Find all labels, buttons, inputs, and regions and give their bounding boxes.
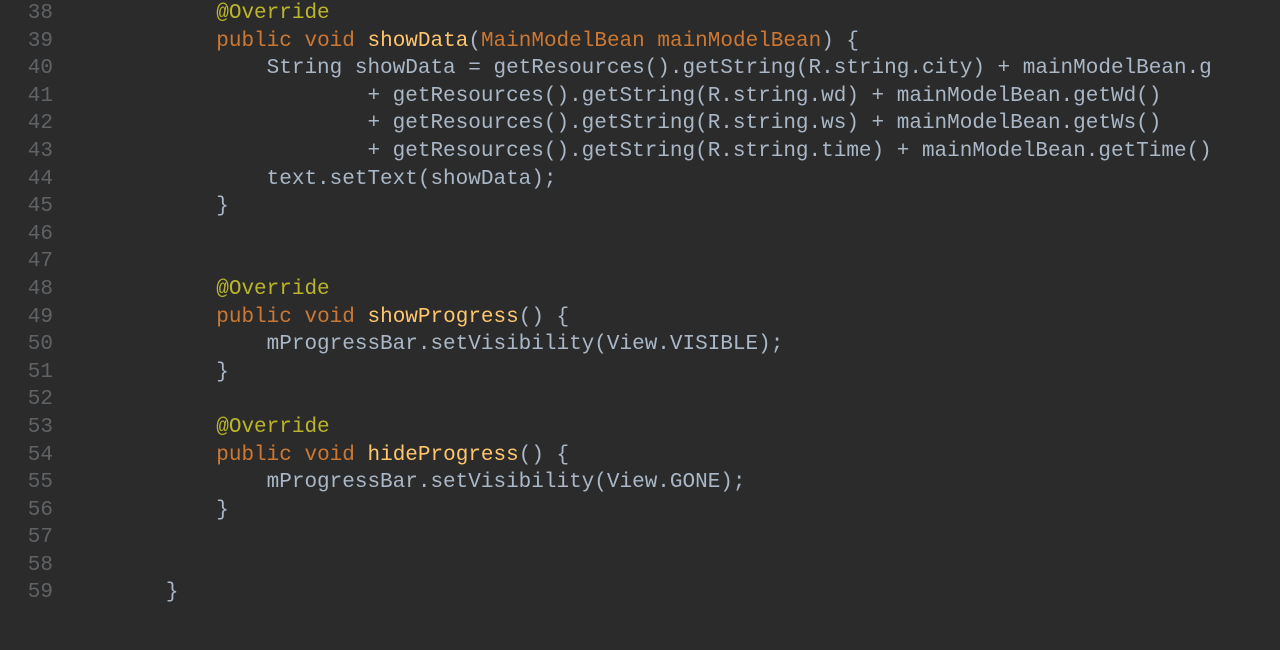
line-number: 44 [0,166,53,194]
code-line[interactable]: mProgressBar.setVisibility(View.VISIBLE)… [65,331,1280,359]
token-plain: } [65,361,229,384]
token-plain: { [834,30,859,53]
line-number: 41 [0,83,53,111]
code-line[interactable]: public void showData(MainModelBean mainM… [65,28,1280,56]
token-paren: () [519,306,544,329]
line-number: 56 [0,497,53,525]
token-plain [65,416,216,439]
line-number: 55 [0,469,53,497]
code-line[interactable]: mProgressBar.setVisibility(View.GONE); [65,469,1280,497]
token-kw: public [216,306,292,329]
line-number: 45 [0,193,53,221]
token-plain: } [65,499,229,522]
token-plain [65,306,216,329]
token-ann: @Override [216,278,329,301]
code-line[interactable]: } [65,579,1280,607]
code-line[interactable]: public void showProgress() { [65,304,1280,332]
line-number: 53 [0,414,53,442]
token-kw: void [304,444,354,467]
code-line[interactable] [65,386,1280,414]
code-line[interactable] [65,248,1280,276]
token-kw: public [216,444,292,467]
token-plain: } [65,195,229,218]
line-number: 54 [0,442,53,470]
token-plain [65,30,216,53]
token-plain [355,306,368,329]
token-kw: void [304,306,354,329]
code-line[interactable]: } [65,359,1280,387]
code-line[interactable]: } [65,193,1280,221]
line-number: 43 [0,138,53,166]
code-line[interactable]: } [65,497,1280,525]
line-number: 59 [0,579,53,607]
code-line[interactable]: @Override [65,0,1280,28]
token-plain [65,278,216,301]
line-number: 50 [0,331,53,359]
token-plain: + getResources().getString(R.string.ws) … [65,112,1161,135]
line-number: 46 [0,221,53,249]
token-paren: ) [821,30,834,53]
token-plain: + getResources().getString(R.string.time… [65,140,1212,163]
token-plain [65,444,216,467]
line-number: 38 [0,0,53,28]
code-line[interactable]: + getResources().getString(R.string.time… [65,138,1280,166]
code-line[interactable]: text.setText(showData); [65,166,1280,194]
token-plain: + getResources().getString(R.string.wd) … [65,85,1161,108]
token-paren: () [519,444,544,467]
code-line[interactable]: + getResources().getString(R.string.wd) … [65,83,1280,111]
line-number-gutter: 3839404142434445464748495051525354555657… [0,0,65,650]
token-ann: @Override [216,2,329,25]
code-editor[interactable]: 3839404142434445464748495051525354555657… [0,0,1280,650]
code-line[interactable] [65,221,1280,249]
line-number: 57 [0,524,53,552]
code-line[interactable] [65,524,1280,552]
token-ann: @Override [216,416,329,439]
token-plain [645,30,658,53]
token-plain [355,30,368,53]
token-kw: MainModelBean [481,30,645,53]
code-line[interactable]: @Override [65,276,1280,304]
token-plain [65,2,216,25]
line-number: 40 [0,55,53,83]
line-number: 49 [0,304,53,332]
token-paren: ( [468,30,481,53]
token-plain: } [65,581,178,604]
code-line[interactable]: + getResources().getString(R.string.ws) … [65,110,1280,138]
token-kw: void [304,30,354,53]
line-number: 48 [0,276,53,304]
code-line[interactable]: @Override [65,414,1280,442]
code-line[interactable] [65,552,1280,580]
token-fn: showData [368,30,469,53]
token-plain [292,306,305,329]
token-plain [355,444,368,467]
token-plain: { [544,306,569,329]
token-kw: public [216,30,292,53]
token-plain [292,30,305,53]
token-plain: mProgressBar.setVisibility(View.VISIBLE)… [65,333,783,356]
token-plain: String showData = getResources().getStri… [65,57,1212,80]
token-kw: mainModelBean [657,30,821,53]
line-number: 39 [0,28,53,56]
line-number: 52 [0,386,53,414]
line-number: 58 [0,552,53,580]
token-plain: text.setText(showData); [65,168,556,191]
code-line[interactable]: String showData = getResources().getStri… [65,55,1280,83]
line-number: 51 [0,359,53,387]
code-line[interactable]: public void hideProgress() { [65,442,1280,470]
line-number: 42 [0,110,53,138]
token-fn: hideProgress [368,444,519,467]
token-fn: showProgress [368,306,519,329]
line-number: 47 [0,248,53,276]
token-plain: { [544,444,569,467]
token-plain [292,444,305,467]
token-plain: mProgressBar.setVisibility(View.GONE); [65,471,746,494]
code-area[interactable]: @Override public void showData(MainModel… [65,0,1280,650]
